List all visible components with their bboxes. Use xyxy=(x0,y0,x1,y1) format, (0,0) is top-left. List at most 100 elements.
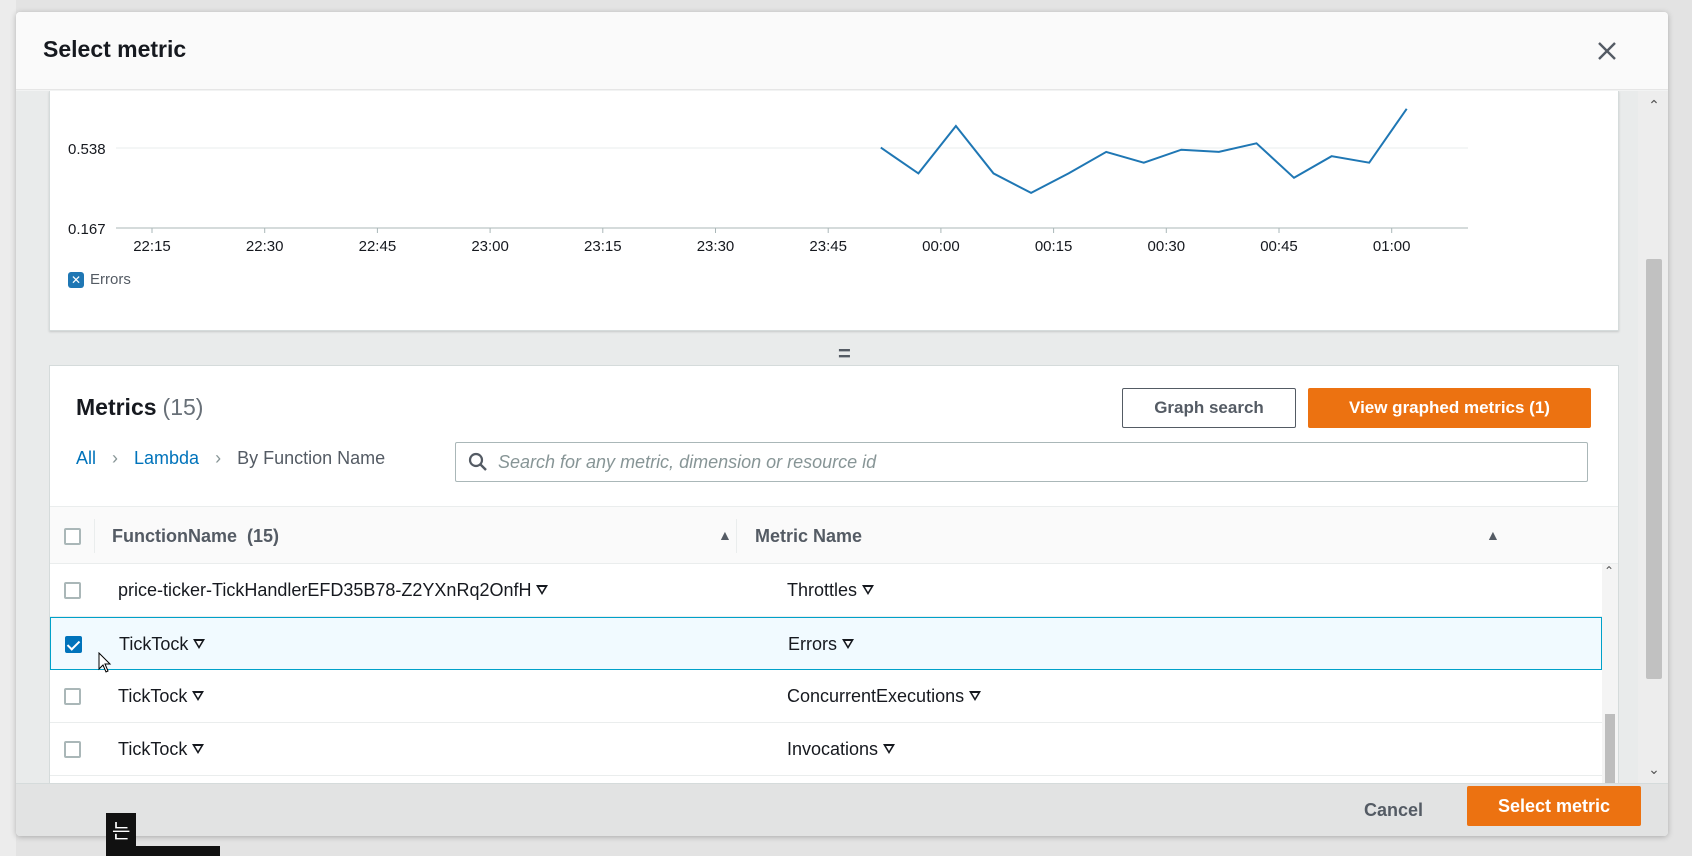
x-tick-label: 00:00 xyxy=(922,238,960,255)
search-icon xyxy=(468,452,488,472)
metrics-table-body: price-ticker-TickHandlerEFD35B78-Z2YXnRq… xyxy=(50,564,1618,783)
modal-footer: Cancel Select metric xyxy=(16,783,1668,836)
modal-body: 0.538 0.167 22:15 22:30 22:45 23:00 23:15 23:30… xyxy=(16,91,1638,783)
select-metric-button[interactable]: Select metric xyxy=(1467,786,1641,826)
row-checkbox-cell[interactable] xyxy=(64,582,81,599)
chevron-right-icon: › xyxy=(112,448,119,468)
chevron-down-icon[interactable]: ⌄ xyxy=(1644,759,1664,779)
row-checkbox[interactable] xyxy=(64,741,81,758)
metrics-heading: Metrics (15) xyxy=(76,394,203,421)
graph-search-button[interactable]: Graph search xyxy=(1122,388,1296,428)
table-header: FunctionName (15) ▲ Metric Name ▲ xyxy=(50,506,1618,564)
y-tick-label: 0.538 xyxy=(68,141,106,158)
close-icon xyxy=(1598,42,1616,60)
errors-line-chart: 0.538 0.167 22:15 22:30 22:45 23:00 23:15 23:30… xyxy=(68,108,1468,255)
sort-ascending-icon[interactable]: ▲ xyxy=(1486,527,1500,543)
row-checkbox-cell[interactable] xyxy=(64,741,81,758)
table-row[interactable]: TickTock ConcurrentExecutions xyxy=(50,670,1602,723)
breadcrumb: All › Lambda › By Function Name xyxy=(76,448,385,469)
metric-name-text: Throttles xyxy=(787,579,858,600)
table-row-selected[interactable]: TickTock Errors xyxy=(50,617,1602,670)
x-tick-label: 00:15 xyxy=(1035,238,1073,255)
row-checkbox-checked[interactable] xyxy=(65,636,82,653)
video-caption-bar xyxy=(106,846,220,856)
table-row[interactable]: TickTock Invocations xyxy=(50,723,1602,776)
breadcrumb-all[interactable]: All xyxy=(76,448,96,469)
metric-name-cell[interactable]: ConcurrentExecutions xyxy=(787,670,982,722)
function-name-text: price-ticker-TickHandlerEFD35B78-Z2YXnRq… xyxy=(118,579,532,600)
modal-scrollbar[interactable]: ⌃ ⌄ xyxy=(1638,91,1668,783)
x-tick-label: 22:15 xyxy=(133,238,171,255)
chevron-right-icon: › xyxy=(215,448,222,468)
background-page-strip xyxy=(0,0,16,856)
table-scroll-thumb[interactable] xyxy=(1605,714,1615,783)
dropdown-triangle-icon[interactable] xyxy=(192,691,205,701)
row-checkbox[interactable] xyxy=(64,688,81,705)
metric-name-cell[interactable]: Errors xyxy=(788,618,854,670)
x-tick-label: 23:15 xyxy=(584,238,622,255)
breadcrumb-lambda[interactable]: Lambda xyxy=(134,448,199,469)
x-tick-label: 00:45 xyxy=(1260,238,1298,255)
x-tick-label: 22:30 xyxy=(246,238,284,255)
y-tick-label: 0.167 xyxy=(68,221,106,238)
metric-name-text: Invocations xyxy=(787,738,879,759)
search-box[interactable] xyxy=(455,442,1588,482)
dropdown-triangle-icon[interactable] xyxy=(883,744,896,754)
dropdown-triangle-icon[interactable] xyxy=(192,744,205,754)
chart-legend[interactable]: ✕ Errors xyxy=(68,271,131,288)
close-button[interactable] xyxy=(1590,34,1624,68)
select-all-checkbox[interactable] xyxy=(64,527,81,545)
mouse-cursor-icon xyxy=(98,652,112,673)
metric-name-text: Errors xyxy=(788,633,837,654)
table-scrollbar[interactable]: ⌃ xyxy=(1602,564,1618,783)
column-header-function-name[interactable]: FunctionName (15) xyxy=(112,507,279,565)
chevron-up-icon[interactable]: ⌃ xyxy=(1604,564,1614,578)
dropdown-triangle-icon[interactable] xyxy=(536,585,549,595)
function-name-text: TickTock xyxy=(118,685,188,706)
modal-header: Select metric xyxy=(16,12,1668,90)
function-name-text: TickTock xyxy=(119,633,189,654)
cancel-button[interactable]: Cancel xyxy=(1354,796,1433,825)
dropdown-triangle-icon[interactable] xyxy=(862,585,875,595)
metrics-panel: Metrics (15) Graph search View graphed me… xyxy=(49,365,1619,783)
column-divider xyxy=(94,519,95,553)
select-metric-modal: Select metric 0.538 0.167 22:15 22:30 22:45 2… xyxy=(16,12,1668,836)
dropdown-triangle-icon[interactable] xyxy=(969,691,982,701)
x-tick-label: 23:30 xyxy=(697,238,735,255)
modal-scroll-thumb[interactable] xyxy=(1646,259,1662,679)
dropdown-triangle-icon[interactable] xyxy=(842,639,854,649)
column-divider xyxy=(736,519,737,553)
row-checkbox-cell[interactable] xyxy=(64,688,81,705)
row-checkbox-cell[interactable] xyxy=(65,636,82,653)
legend-toggle-icon[interactable]: ✕ xyxy=(68,271,84,288)
x-tick-label: 01:00 xyxy=(1373,238,1411,255)
metrics-count: (15) xyxy=(162,394,204,420)
select-all-cell[interactable] xyxy=(64,507,81,565)
metric-name-cell[interactable]: Invocations xyxy=(787,723,896,775)
video-caption: 는 xyxy=(106,813,137,846)
table-row[interactable]: price-ticker-TickHandlerEFD35B78-Z2YXnRq… xyxy=(50,564,1602,617)
column-function-name-label: FunctionName xyxy=(112,525,238,546)
panel-resize-handle[interactable]: = xyxy=(838,341,851,367)
dropdown-triangle-icon[interactable] xyxy=(193,639,206,649)
breadcrumb-current: By Function Name xyxy=(237,448,386,468)
x-tick-label: 00:30 xyxy=(1148,238,1186,255)
function-name-cell[interactable]: TickTock xyxy=(118,670,205,722)
chevron-up-icon[interactable]: ⌃ xyxy=(1644,95,1664,115)
column-function-name-count: (15) xyxy=(247,525,280,546)
search-input[interactable] xyxy=(498,451,1587,473)
x-tick-label: 23:45 xyxy=(809,238,847,255)
function-name-cell[interactable]: TickTock xyxy=(118,723,205,775)
row-checkbox[interactable] xyxy=(64,582,81,599)
function-name-cell[interactable]: price-ticker-TickHandlerEFD35B78-Z2YXnRq… xyxy=(118,564,549,616)
column-metric-name-label: Metric Name xyxy=(755,525,863,546)
function-name-cell[interactable]: TickTock xyxy=(119,618,206,670)
x-tick-label: 23:00 xyxy=(471,238,509,255)
sort-ascending-icon[interactable]: ▲ xyxy=(718,527,732,543)
view-graphed-metrics-button[interactable]: View graphed metrics (1) xyxy=(1308,388,1591,428)
function-name-text: TickTock xyxy=(118,738,188,759)
errors-series-line xyxy=(880,108,1408,195)
column-header-metric-name[interactable]: Metric Name xyxy=(755,507,862,565)
metric-name-cell[interactable]: Throttles xyxy=(787,564,875,616)
x-tick-label: 22:45 xyxy=(359,238,397,255)
